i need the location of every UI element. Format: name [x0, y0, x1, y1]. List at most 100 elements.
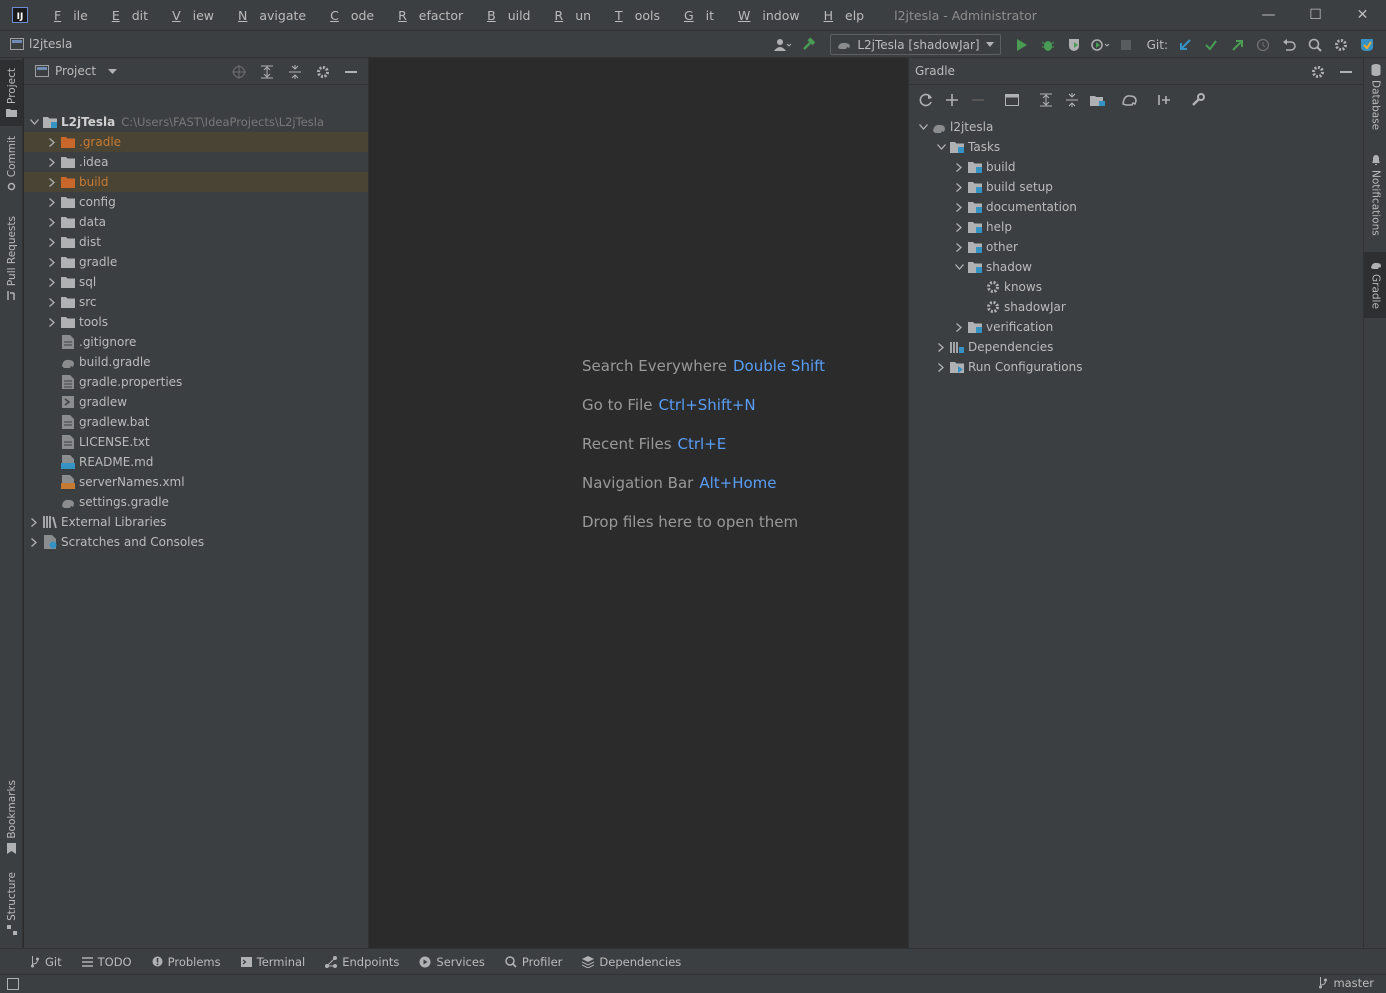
gradle-task-group[interactable]: shadow — [909, 257, 1363, 277]
tree-folder[interactable]: data — [24, 212, 368, 232]
menu-item[interactable]: Tools — [603, 8, 672, 23]
project-view-selector[interactable]: Project — [35, 64, 118, 78]
breadcrumb[interactable]: l2jtesla — [10, 37, 72, 51]
menu-item[interactable]: Window — [726, 8, 812, 23]
settings-gear-icon[interactable] — [1307, 61, 1329, 83]
chevron-right-icon[interactable] — [26, 534, 42, 550]
tree-folder[interactable]: build — [24, 172, 368, 192]
tree-file[interactable]: gradlew — [24, 392, 368, 412]
chevron-right-icon[interactable] — [44, 294, 60, 310]
tab-project[interactable]: Project — [0, 60, 23, 126]
chevron-right-icon[interactable] — [951, 199, 967, 215]
editor-empty-area[interactable]: Search Everywhere Double Shift Go to File C… — [370, 58, 907, 948]
tab-gradle[interactable]: Gradle — [1364, 252, 1386, 318]
tree-folder[interactable]: dist — [24, 232, 368, 252]
git-branch-widget[interactable]: master — [1318, 976, 1374, 990]
menu-item[interactable]: Help — [812, 8, 877, 23]
bottom-tab-terminal[interactable]: Terminal — [240, 955, 305, 969]
menu-item[interactable]: Git — [672, 8, 726, 23]
gradle-task-group[interactable]: build setup — [909, 177, 1363, 197]
menu-item[interactable]: Navigate — [226, 8, 318, 23]
tree-root-project[interactable]: L2jTesla C:\Users\FAST\IdeaProjects\L2jTe… — [24, 112, 368, 132]
link-project-icon[interactable] — [1087, 89, 1109, 111]
layout-toggle-icon[interactable] — [7, 978, 19, 990]
tree-folder[interactable]: .idea — [24, 152, 368, 172]
gradle-root-project[interactable]: l2jtesla — [909, 117, 1363, 137]
tree-file[interactable]: LICENSE.txt — [24, 432, 368, 452]
tree-folder[interactable]: gradle — [24, 252, 368, 272]
chevron-right-icon[interactable] — [933, 359, 949, 375]
tab-bookmarks[interactable]: Bookmarks — [0, 780, 23, 856]
chevron-right-icon[interactable] — [951, 159, 967, 175]
run-icon[interactable] — [1011, 34, 1033, 56]
tab-notifications[interactable]: Notifications — [1364, 154, 1386, 238]
coverage-icon[interactable] — [1063, 34, 1085, 56]
tree-folder[interactable]: config — [24, 192, 368, 212]
tree-external-libraries[interactable]: External Libraries — [24, 512, 368, 532]
collapse-all-icon[interactable] — [1061, 89, 1083, 111]
bottom-tab-problems[interactable]: Problems — [152, 955, 221, 969]
tree-scratches-and-consoles[interactable]: Scratches and Consoles — [24, 532, 368, 552]
menu-item[interactable]: Edit — [100, 8, 160, 23]
toggle-tests-icon[interactable] — [1153, 89, 1175, 111]
chevron-down-icon[interactable] — [26, 114, 42, 130]
tree-folder[interactable]: sql — [24, 272, 368, 292]
expand-all-icon[interactable] — [1035, 89, 1057, 111]
menu-item[interactable]: Build — [475, 8, 542, 23]
execute-gradle-task-icon[interactable] — [1119, 89, 1141, 111]
gradle-task-group[interactable]: build — [909, 157, 1363, 177]
git-commit-icon[interactable] — [1200, 34, 1222, 56]
chevron-down-icon[interactable] — [933, 139, 949, 155]
gradle-task-group[interactable]: verification — [909, 317, 1363, 337]
collapse-all-icon[interactable] — [284, 61, 306, 83]
menu-item[interactable]: Code — [318, 8, 386, 23]
menu-item[interactable]: Run — [543, 8, 604, 23]
chevron-right-icon[interactable] — [44, 134, 60, 150]
menu-item[interactable]: File — [42, 8, 100, 23]
ide-updates-icon[interactable] — [1356, 34, 1378, 56]
tree-file[interactable]: serverNames.xml — [24, 472, 368, 492]
bottom-tab-endpoints[interactable]: Endpoints — [325, 955, 399, 969]
tree-file[interactable]: settings.gradle — [24, 492, 368, 512]
tree-file[interactable]: .gitignore — [24, 332, 368, 352]
bottom-tab-dependencies[interactable]: Dependencies — [582, 955, 681, 969]
add-icon[interactable] — [941, 89, 963, 111]
gradle-task[interactable]: knows — [909, 277, 1363, 297]
chevron-right-icon[interactable] — [933, 339, 949, 355]
tree-file[interactable]: build.gradle — [24, 352, 368, 372]
bottom-tab-services[interactable]: Services — [419, 955, 485, 969]
user-icon[interactable] — [772, 34, 794, 56]
intellij-logo-icon[interactable]: IJ — [12, 7, 28, 23]
chevron-right-icon[interactable] — [44, 274, 60, 290]
menu-item[interactable]: View — [160, 8, 226, 23]
debug-icon[interactable] — [1037, 34, 1059, 56]
gradle-tasks-node[interactable]: Tasks — [909, 137, 1363, 157]
gradle-dependencies-node[interactable]: Dependencies — [909, 337, 1363, 357]
chevron-right-icon[interactable] — [44, 314, 60, 330]
toggle-offline-icon[interactable] — [1001, 89, 1023, 111]
chevron-right-icon[interactable] — [44, 214, 60, 230]
tab-structure[interactable]: Structure — [0, 872, 23, 940]
chevron-right-icon[interactable] — [951, 239, 967, 255]
chevron-right-icon[interactable] — [44, 234, 60, 250]
chevron-down-icon[interactable] — [951, 259, 967, 275]
chevron-right-icon[interactable] — [951, 219, 967, 235]
menu-item[interactable]: Refactor — [386, 8, 475, 23]
minimize-button[interactable]: — — [1245, 0, 1292, 30]
git-history-icon[interactable] — [1252, 34, 1274, 56]
reload-icon[interactable] — [915, 89, 937, 111]
profile-icon[interactable] — [1089, 34, 1111, 56]
rollback-icon[interactable] — [1278, 34, 1300, 56]
tree-folder[interactable]: tools — [24, 312, 368, 332]
maximize-button[interactable]: ☐ — [1292, 0, 1339, 30]
chevron-down-icon[interactable] — [915, 119, 931, 135]
close-window-button[interactable]: ✕ — [1339, 0, 1386, 30]
bottom-tab-profiler[interactable]: Profiler — [505, 955, 562, 969]
gradle-task-group[interactable]: other — [909, 237, 1363, 257]
stop-icon[interactable] — [1115, 34, 1137, 56]
hide-panel-icon[interactable] — [340, 61, 362, 83]
chevron-right-icon[interactable] — [44, 154, 60, 170]
gradle-run-configurations-node[interactable]: Run Configurations — [909, 357, 1363, 377]
run-configuration-select[interactable]: L2jTesla [shadowJar] — [830, 34, 1001, 55]
tree-file[interactable]: README.md — [24, 452, 368, 472]
